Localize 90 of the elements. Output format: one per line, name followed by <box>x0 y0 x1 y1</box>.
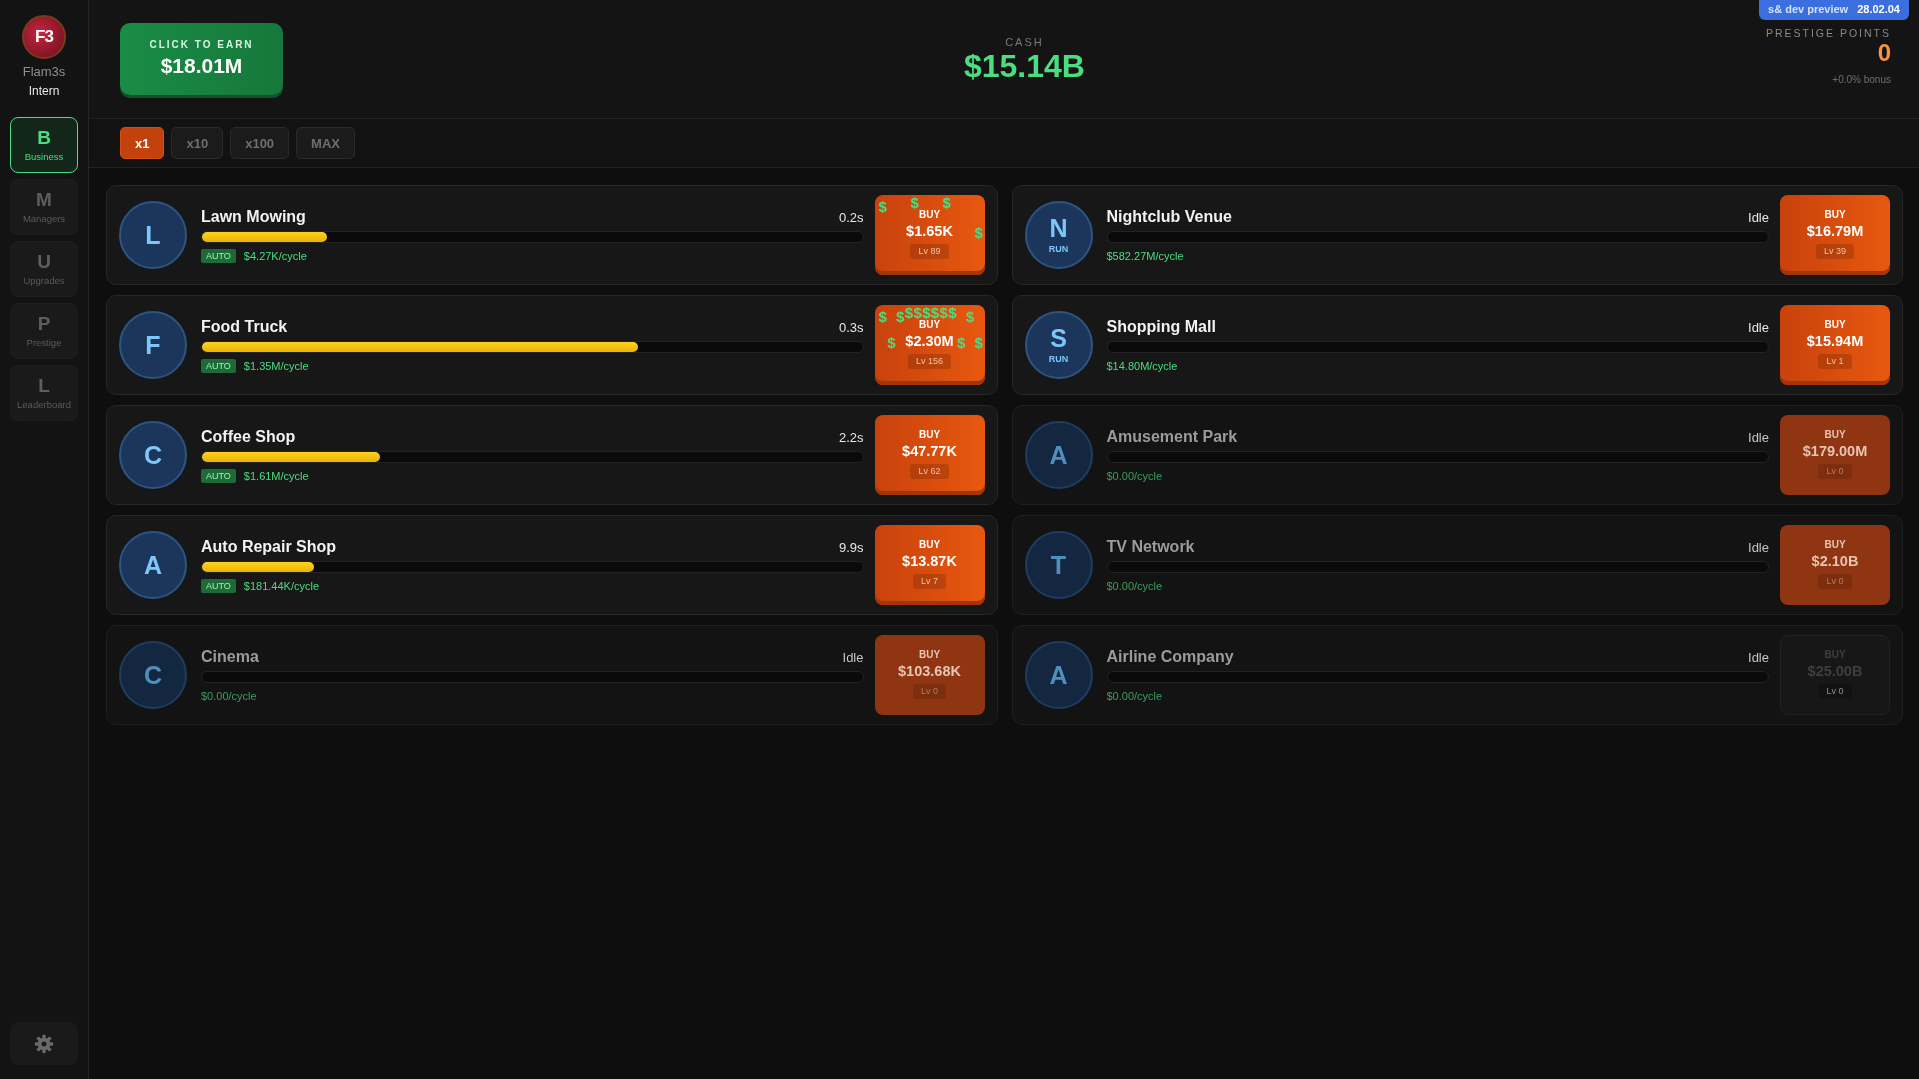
business-name: Coffee Shop <box>201 427 296 446</box>
floating-dollar: $ <box>974 225 983 240</box>
business-name: Food Truck <box>201 317 288 336</box>
auto-badge: AUTO <box>201 248 236 263</box>
floating-dollar: $ <box>904 305 913 320</box>
floating-dollar: $ <box>930 305 940 320</box>
income-rate: $14.80M/cycle <box>1106 359 1178 372</box>
income-rate: $0.00/cycle <box>1106 469 1163 482</box>
business-initial: S <box>1050 325 1067 351</box>
floating-dollar: $ <box>913 305 922 320</box>
click-to-earn-button[interactable]: CLICK TO EARN $18.01M <box>120 23 283 95</box>
buy-button[interactable]: BUY $47.77K Lv 62 <box>874 415 985 495</box>
buy-button[interactable]: BUY $103.68K Lv 0 <box>874 635 985 715</box>
cycle-status: 0.3s <box>838 319 864 335</box>
cycle-status: Idle <box>1748 539 1769 555</box>
business-initial: N <box>1049 215 1068 241</box>
multiplier-button[interactable]: x100 <box>230 127 290 159</box>
business-name: Cinema <box>201 647 259 666</box>
income-rate: $0.00/cycle <box>1106 689 1163 702</box>
business-initial: A <box>143 552 163 578</box>
business-initial: A <box>1049 662 1068 688</box>
floating-dollar: $ <box>965 309 975 324</box>
floating-dollar: $ <box>942 195 951 210</box>
cycle-status: Idle <box>842 649 864 665</box>
buy-button[interactable]: BUY $13.87K Lv 7 <box>874 525 985 605</box>
floating-dollar: $ <box>910 195 919 210</box>
nav-tab[interactable]: L Leaderboard <box>10 365 78 421</box>
business-name: Shopping Mall <box>1106 317 1216 336</box>
business-name: Nightclub Venue <box>1106 207 1232 226</box>
income-rate: $582.27M/cycle <box>1106 249 1184 262</box>
floating-dollar: $ <box>878 199 887 214</box>
prestige-points: 0 <box>1877 39 1891 66</box>
build-label: s& dev preview <box>1768 3 1849 16</box>
cash-label: CASH <box>1005 35 1044 49</box>
cycle-status: 0.2s <box>838 209 864 225</box>
floating-dollar: $ <box>895 309 905 324</box>
prestige-label: PRESTIGE POINTS <box>1765 26 1891 40</box>
nav-tab[interactable]: M Managers <box>10 179 78 235</box>
business-name: Auto Repair Shop <box>201 537 337 556</box>
floating-dollar: $ <box>922 305 931 320</box>
run-label: RUN <box>1048 354 1069 365</box>
business-initial: T <box>1050 552 1067 578</box>
cycle-status: Idle <box>1748 649 1769 665</box>
floating-dollar: $ <box>957 335 966 350</box>
nav-tab[interactable]: B Business <box>10 117 78 173</box>
buy-button[interactable]: BUY $15.94M Lv 1 <box>1780 305 1890 385</box>
income-rate: $4.27K/cycle <box>243 249 307 262</box>
business-initial: C <box>143 442 163 468</box>
player-name: Flam3s <box>22 64 66 79</box>
floating-dollar: $ <box>974 335 983 350</box>
business-initial: F <box>145 332 161 358</box>
income-rate: $1.35M/cycle <box>243 359 309 372</box>
business-name: Airline Company <box>1106 647 1234 666</box>
run-label: RUN <box>1048 244 1069 255</box>
business-initial: A <box>1049 442 1068 468</box>
floating-dollar: $ <box>878 309 887 324</box>
build-version: 28.02.04 <box>1857 3 1900 16</box>
player-rank: Intern <box>28 84 60 98</box>
cash-amount: $15.14B <box>963 48 1085 83</box>
auto-badge: AUTO <box>201 468 236 483</box>
business-name: Lawn Mowing <box>201 207 306 226</box>
auto-badge: AUTO <box>201 578 236 593</box>
auto-badge: AUTO <box>201 358 236 373</box>
avatar-logo: F3 <box>22 15 66 59</box>
buy-button[interactable]: BUY $179.00M Lv 0 <box>1780 415 1890 495</box>
multiplier-button[interactable]: MAX <box>296 127 355 159</box>
business-initial: C <box>143 662 163 688</box>
cycle-status: 2.2s <box>838 429 864 445</box>
income-rate: $0.00/cycle <box>1106 579 1163 592</box>
multiplier-button[interactable]: x10 <box>171 127 224 159</box>
floating-dollar: $ <box>887 335 896 350</box>
multiplier-button[interactable]: x1 <box>120 127 165 159</box>
floating-dollar: $ <box>939 305 948 320</box>
income-rate: $1.61M/cycle <box>243 469 309 482</box>
cycle-status: Idle <box>1748 209 1769 225</box>
business-initial: L <box>145 222 161 248</box>
income-rate: $181.44K/cycle <box>243 579 320 592</box>
settings-icon <box>34 1033 54 1054</box>
cycle-status: Idle <box>1748 429 1769 445</box>
cycle-status: 9.9s <box>838 539 864 555</box>
nav-tab[interactable]: U Upgrades <box>10 241 78 297</box>
prestige-bonus: +0.0% bonus <box>1832 73 1891 86</box>
cycle-status: Idle <box>1748 319 1769 335</box>
buy-button[interactable]: BUY $2.10B Lv 0 <box>1780 525 1890 605</box>
floating-dollar: $ <box>948 305 957 320</box>
settings-button[interactable] <box>10 1022 78 1065</box>
income-rate: $0.00/cycle <box>201 689 257 702</box>
buy-button[interactable]: BUY $16.79M Lv 39 <box>1780 195 1890 275</box>
business-name: Amusement Park <box>1106 427 1238 446</box>
business-name: TV Network <box>1106 537 1195 556</box>
